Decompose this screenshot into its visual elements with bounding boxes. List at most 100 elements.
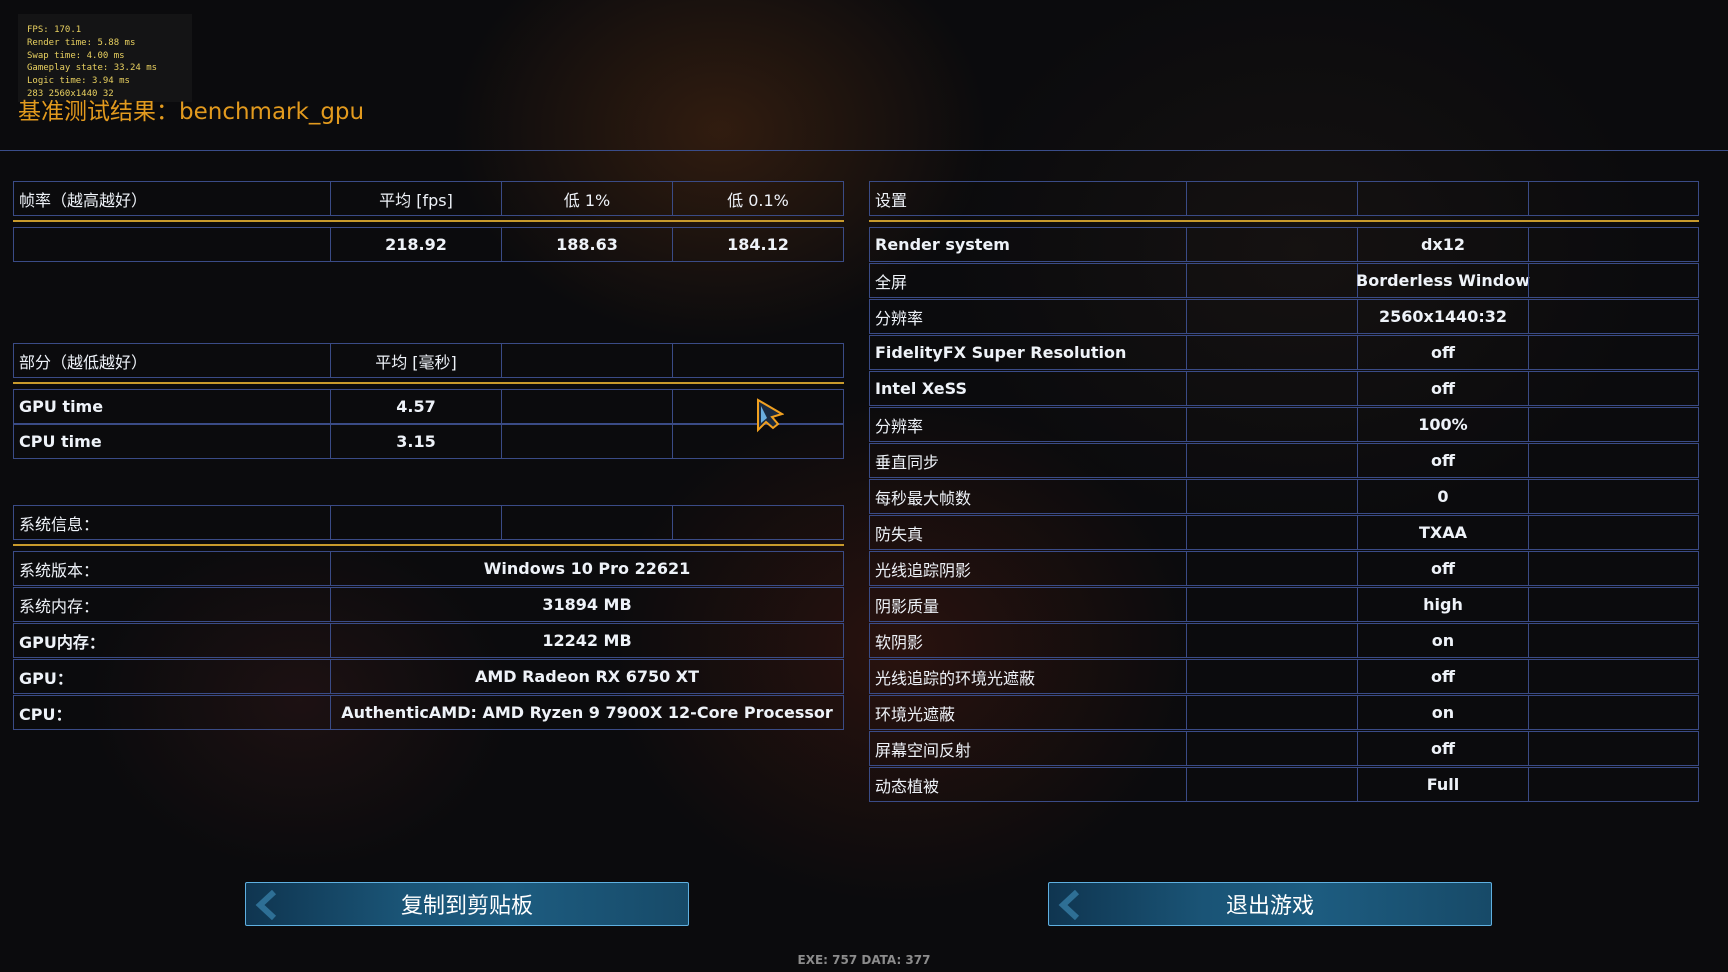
settings-row: 全屏 Borderless Window <box>869 263 1699 298</box>
settings-label: 动态植被 <box>875 776 940 796</box>
settings-empty-cell <box>1186 624 1357 657</box>
settings-label: 分辨率 <box>875 416 924 436</box>
part-divider <box>13 382 844 384</box>
settings-row: 分辨率 2560x1440:32 <box>869 299 1699 334</box>
settings-label: FidelityFX Super Resolution <box>875 343 1127 362</box>
settings-empty-cell <box>1528 516 1698 549</box>
fps-header-row: 帧率（越高越好） 平均 [fps] 低 1% 低 0.1% <box>13 181 844 216</box>
settings-header-empty <box>1528 182 1698 215</box>
settings-label: 每秒最大帧数 <box>875 488 972 508</box>
settings-empty-cell <box>1186 264 1357 297</box>
sys-label: GPU： <box>19 668 73 688</box>
part-label: CPU time <box>19 432 102 451</box>
sys-label: CPU： <box>19 704 72 724</box>
chevron-left-icon <box>1058 890 1080 920</box>
settings-empty-cell <box>1528 696 1698 729</box>
settings-row: Render system dx12 <box>869 227 1699 262</box>
settings-value: 2560x1440:32 <box>1357 300 1528 333</box>
settings-empty-cell <box>1186 588 1357 621</box>
overlay-line: FPS: 170.1 <box>27 25 82 35</box>
settings-value: off <box>1357 444 1528 477</box>
settings-label: 屏幕空间反射 <box>875 740 972 760</box>
overlay-line: Gameplay state: 33.24 ms <box>27 63 158 74</box>
sys-divider <box>13 544 844 546</box>
sys-header-empty <box>672 506 843 539</box>
settings-label: 阴影质量 <box>875 596 940 616</box>
settings-empty-cell <box>1528 660 1698 693</box>
settings-header-empty <box>1186 182 1357 215</box>
settings-row: 软阴影 on <box>869 623 1699 658</box>
settings-value: off <box>1357 660 1528 693</box>
fps-header-label: 帧率（越高越好） <box>19 190 148 210</box>
overlay-line: Logic time: 3.94 ms <box>27 76 130 87</box>
settings-header-empty <box>1357 182 1528 215</box>
settings-empty-cell <box>1528 552 1698 585</box>
settings-label: 环境光遮蔽 <box>875 704 956 724</box>
settings-row: 每秒最大帧数 0 <box>869 479 1699 514</box>
settings-label: 防失真 <box>875 524 924 544</box>
settings-label: 软阴影 <box>875 632 924 652</box>
settings-empty-cell <box>1528 300 1698 333</box>
settings-row: FidelityFX Super Resolution off <box>869 335 1699 370</box>
settings-empty-cell <box>1528 444 1698 477</box>
mouse-cursor-icon <box>757 398 784 433</box>
settings-value: off <box>1357 372 1528 405</box>
part-value: 4.57 <box>330 390 501 423</box>
settings-row: 屏幕空间反射 off <box>869 731 1699 766</box>
sys-row: GPU： AMD Radeon RX 6750 XT <box>13 659 844 694</box>
settings-row: 分辨率 100% <box>869 407 1699 442</box>
part-row-cpu: CPU time 3.15 <box>13 424 844 459</box>
fps-low1-value: 188.63 <box>501 228 672 261</box>
sys-header-label: 系统信息： <box>19 514 100 534</box>
fps-header-low01: 低 0.1% <box>672 182 843 215</box>
fps-avg-value: 218.92 <box>330 228 501 261</box>
settings-empty-cell <box>1186 732 1357 765</box>
settings-header-label: 设置 <box>875 190 908 210</box>
settings-value: Borderless Window <box>1356 264 1530 297</box>
settings-value: Full <box>1357 768 1528 801</box>
exit-game-button[interactable]: 退出游戏 <box>1048 882 1492 926</box>
settings-empty-cell <box>1528 732 1698 765</box>
settings-value: 0 <box>1357 480 1528 513</box>
sys-label: 系统内存： <box>19 596 100 616</box>
settings-row: 光线追踪的环境光遮蔽 off <box>869 659 1699 694</box>
part-header-empty <box>672 344 843 377</box>
settings-label: 垂直同步 <box>875 452 940 472</box>
part-header-label: 部分（越低越好） <box>19 352 148 372</box>
sys-value: AMD Radeon RX 6750 XT <box>330 660 843 693</box>
title-divider <box>0 150 1728 151</box>
copy-button-label: 复制到剪贴板 <box>400 894 533 919</box>
part-label: GPU time <box>19 397 104 416</box>
settings-label: 全屏 <box>875 272 908 292</box>
debug-overlay: FPS: 170.1 Render time: 5.88 ms Swap tim… <box>18 14 192 102</box>
build-info: EXE: 757 DATA: 377 <box>797 953 931 967</box>
settings-empty-cell <box>1186 552 1357 585</box>
settings-empty-cell <box>1186 300 1357 333</box>
settings-empty-cell <box>1186 372 1357 405</box>
settings-label: 光线追踪阴影 <box>875 560 972 580</box>
settings-value: off <box>1357 336 1528 369</box>
settings-label: Render system <box>875 235 1010 254</box>
settings-label: Intel XeSS <box>875 379 967 398</box>
part-header-row: 部分（越低越好） 平均 [毫秒] <box>13 343 844 378</box>
settings-value: off <box>1357 732 1528 765</box>
settings-row: 光线追踪阴影 off <box>869 551 1699 586</box>
settings-empty-cell <box>1528 264 1698 297</box>
sys-value: AuthenticAMD: AMD Ryzen 9 7900X 12-Core … <box>330 696 843 729</box>
sys-value: 31894 MB <box>330 588 843 621</box>
settings-divider <box>869 220 1699 222</box>
sys-row: 系统版本： Windows 10 Pro 22621 <box>13 551 844 586</box>
settings-value: off <box>1357 552 1528 585</box>
sys-label: 系统版本： <box>19 560 100 580</box>
settings-value: 100% <box>1357 408 1528 441</box>
part-header-avg: 平均 [毫秒] <box>330 344 501 377</box>
settings-empty-cell <box>1528 588 1698 621</box>
settings-row: 阴影质量 high <box>869 587 1699 622</box>
sys-value: 12242 MB <box>330 624 843 657</box>
copy-to-clipboard-button[interactable]: 复制到剪贴板 <box>245 882 689 926</box>
settings-value: TXAA <box>1357 516 1528 549</box>
sys-row: CPU： AuthenticAMD: AMD Ryzen 9 7900X 12-… <box>13 695 844 730</box>
settings-empty-cell <box>1528 336 1698 369</box>
fps-values-row: 218.92 188.63 184.12 <box>13 227 844 262</box>
settings-empty-cell <box>1528 372 1698 405</box>
